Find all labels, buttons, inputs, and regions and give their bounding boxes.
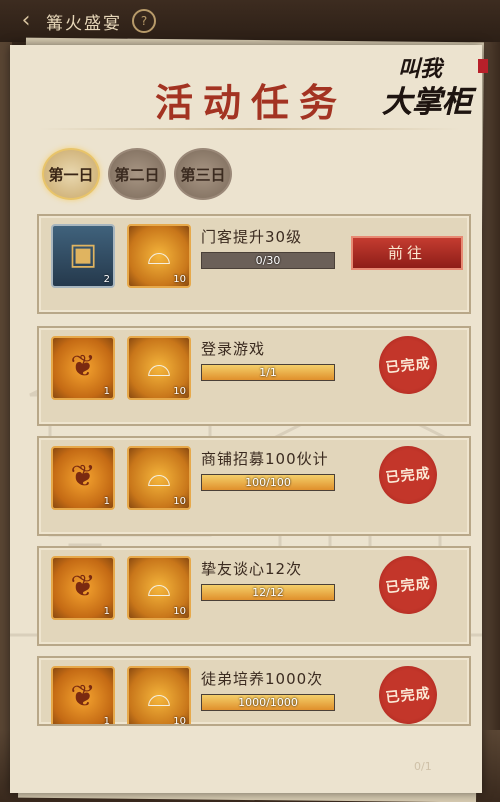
task-progress-bar: 100/100 (201, 474, 335, 491)
page-heading: 活动任务 (155, 80, 348, 125)
game-logo: 叫我 大掌柜 (380, 51, 490, 120)
task-progress-bar: 0/30 (201, 252, 335, 269)
task-card: ▣ 2 ⌓ 10 门客提升30级 0/30 前往 (37, 214, 471, 314)
top-bar: ‹ 篝火盛宴 ? (0, 0, 500, 42)
task-card: ❦ 1 ⌓ 10 登录游戏 1/1 已完成 (37, 326, 471, 426)
task-card: ❦ 1 ⌓ 10 徒弟培养1000次 1000/1000 已完成 (37, 656, 471, 726)
progress-text: 1000/1000 (238, 696, 298, 709)
day-tabs: 第一日 第二日 第三日 (42, 148, 232, 200)
help-icon[interactable]: ? (132, 9, 156, 33)
progress-text: 12/12 (252, 586, 284, 599)
reward-item-ingot[interactable]: ⌓ 10 (127, 224, 191, 288)
task-progress-bar: 1000/1000 (201, 694, 335, 711)
completed-stamp: 已完成 (376, 663, 440, 724)
heading-divider (40, 128, 460, 130)
task-card: ❦ 1 ⌓ 10 挚友谈心12次 12/12 已完成 (37, 546, 471, 646)
reward-qty: 1 (103, 386, 110, 397)
completed-stamp: 已完成 (376, 553, 440, 617)
tab-day-3[interactable]: 第三日 (174, 148, 232, 200)
progress-text: 100/100 (245, 476, 291, 489)
task-progress-bar: 1/1 (201, 364, 335, 381)
reward-qty: 1 (103, 496, 110, 507)
reward-qty: 2 (103, 274, 110, 285)
progress-text: 0/30 (255, 254, 281, 267)
reward-item-chicken[interactable]: ❦ 1 (51, 446, 115, 510)
progress-text: 1/1 (259, 366, 277, 379)
game-logo-line2: 大掌柜 (382, 85, 472, 120)
back-arrow-icon[interactable]: ‹ (12, 7, 40, 35)
reward-qty: 10 (173, 496, 186, 507)
reward-item-chicken[interactable]: ❦ 1 (51, 556, 115, 620)
tab-day-1[interactable]: 第一日 (42, 148, 100, 200)
task-card: ❦ 1 ⌓ 10 商铺招募100伙计 100/100 已完成 (37, 436, 471, 536)
completed-stamp: 已完成 (376, 443, 440, 507)
task-progress-bar: 12/12 (201, 584, 335, 601)
reward-item-ingot[interactable]: ⌓ 10 (127, 556, 191, 620)
page-counter: 0/1 (414, 760, 432, 773)
goto-button[interactable]: 前往 (351, 236, 463, 270)
reward-item-card[interactable]: ▣ 2 (51, 224, 115, 288)
reward-qty: 10 (173, 386, 186, 397)
reward-item-ingot[interactable]: ⌓ 10 (127, 666, 191, 726)
window-title: 篝火盛宴 (46, 13, 122, 34)
logo-seal-icon (478, 59, 488, 73)
task-title: 登录游戏 (201, 340, 266, 358)
tab-day-2[interactable]: 第二日 (108, 148, 166, 200)
task-title: 商铺招募100伙计 (201, 450, 329, 468)
reward-item-ingot[interactable]: ⌓ 10 (127, 446, 191, 510)
reward-item-ingot[interactable]: ⌓ 10 (127, 336, 191, 400)
reward-qty: 10 (173, 274, 186, 285)
task-title: 徒弟培养1000次 (201, 670, 324, 688)
reward-item-chicken[interactable]: ❦ 1 (51, 666, 115, 726)
completed-stamp: 已完成 (376, 333, 440, 397)
reward-qty: 10 (173, 716, 186, 726)
reward-qty: 1 (103, 716, 110, 726)
task-title: 挚友谈心12次 (201, 560, 303, 578)
reward-qty: 10 (173, 606, 186, 617)
reward-qty: 1 (103, 606, 110, 617)
reward-item-chicken[interactable]: ❦ 1 (51, 336, 115, 400)
task-title: 门客提升30级 (201, 228, 303, 246)
